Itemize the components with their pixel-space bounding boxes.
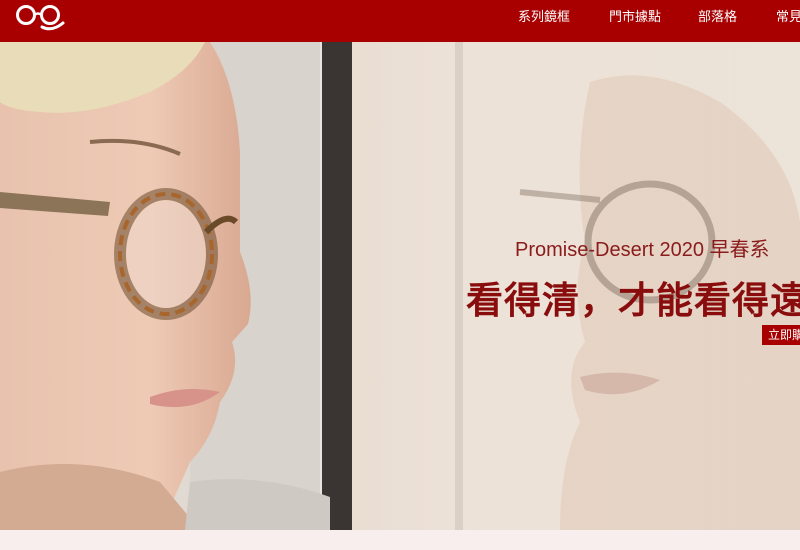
hero-subtitle: Promise-Desert 2020 早春系	[515, 239, 770, 261]
page-bottom-strip	[0, 530, 800, 550]
nav-item-faq[interactable]: 常見	[776, 9, 800, 27]
nav-item-frames[interactable]: 系列鏡框	[518, 9, 570, 27]
shop-now-button[interactable]: 立即購	[762, 325, 800, 345]
top-navbar: 系列鏡框 門市據點 部落格 常見	[0, 0, 800, 42]
hero-banner: Promise-Desert 2020 早春系 看得清，才能看得遠 立即購	[0, 42, 800, 530]
nav-item-stores[interactable]: 門市據點	[609, 9, 661, 27]
eyeglasses-logo-icon[interactable]	[14, 3, 68, 33]
hero-headline: 看得清，才能看得遠	[466, 279, 800, 322]
nav-item-blog[interactable]: 部落格	[698, 9, 737, 27]
